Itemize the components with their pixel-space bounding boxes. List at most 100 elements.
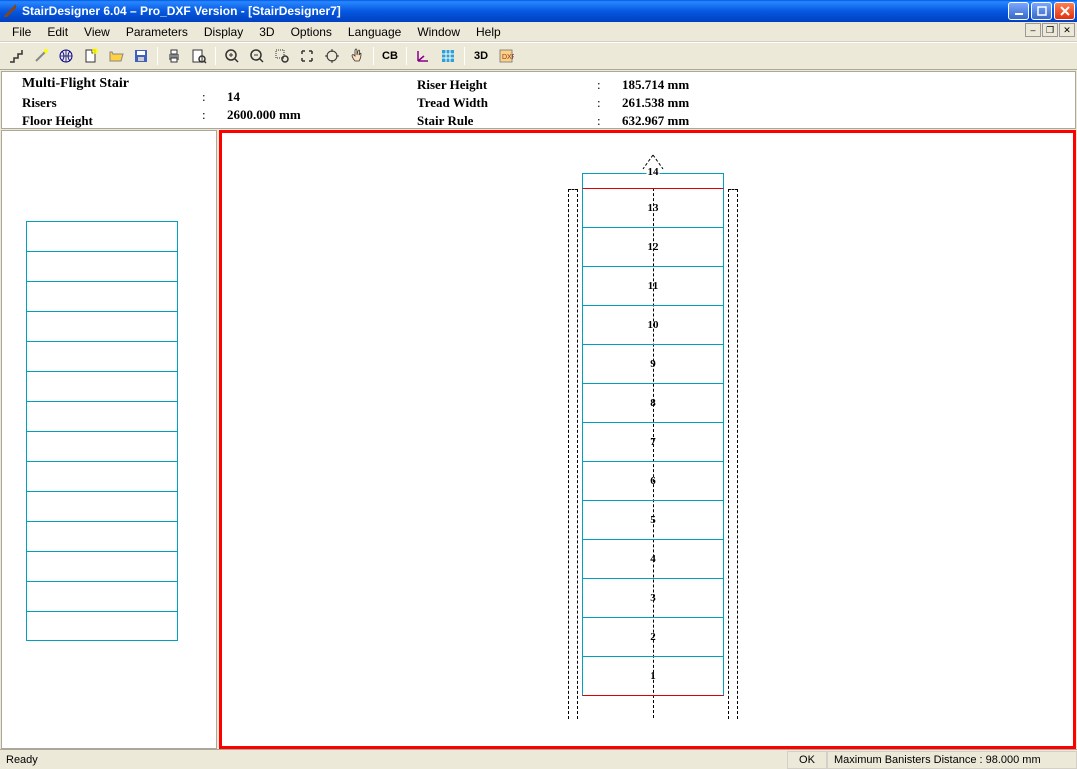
mdi-close-button[interactable]: ✕	[1059, 23, 1075, 37]
pan-button[interactable]	[345, 45, 369, 67]
stair-rule-value: 632.967 mm	[622, 112, 772, 130]
step-number: 3	[650, 592, 656, 604]
step-number: 13	[648, 202, 659, 214]
status-ok: OK	[787, 751, 827, 769]
menu-file[interactable]: File	[4, 23, 39, 41]
globe-button[interactable]	[54, 45, 78, 67]
colon: :	[202, 106, 227, 124]
step-number: 8	[650, 397, 656, 409]
menu-window[interactable]: Window	[409, 23, 468, 41]
zoom-extents-button[interactable]	[320, 45, 344, 67]
menu-options[interactable]: Options	[283, 23, 340, 41]
mini-step	[26, 311, 178, 341]
zoom-fit-button[interactable]	[295, 45, 319, 67]
step-row: 3	[582, 579, 724, 618]
step-row: 4	[582, 540, 724, 579]
floor-height-label: Floor Height	[22, 112, 202, 130]
mdi-controls: ‒ ❐ ✕	[1025, 23, 1075, 37]
axis-button[interactable]	[411, 45, 435, 67]
step-number: 5	[650, 514, 656, 526]
wizard-button[interactable]	[29, 45, 53, 67]
menu-3d[interactable]: 3D	[251, 23, 282, 41]
menu-language[interactable]: Language	[340, 23, 409, 41]
main-drawing-panel[interactable]: 14 13 12 11 10 9 8 7 6 5 4 3 2 1	[219, 130, 1076, 749]
info-panel: Multi-Flight Stair Risers Floor Height :…	[1, 71, 1076, 129]
stair-heading: Multi-Flight Stair	[22, 76, 202, 92]
mini-step	[26, 401, 178, 431]
step-number: 14	[647, 166, 660, 178]
3d-button[interactable]: 3D	[469, 45, 493, 67]
mini-step	[26, 371, 178, 401]
landing-step: 14	[582, 173, 724, 189]
step-number: 10	[648, 319, 659, 331]
step-row: 10	[582, 306, 724, 345]
mini-step	[26, 431, 178, 461]
step-number: 9	[650, 358, 656, 370]
step-row: 2	[582, 618, 724, 657]
tread-width-label: Tread Width	[417, 94, 597, 112]
print-button[interactable]	[162, 45, 186, 67]
riser-height-label: Riser Height	[417, 76, 597, 94]
open-button[interactable]	[104, 45, 128, 67]
risers-label: Risers	[22, 94, 202, 112]
menu-edit[interactable]: Edit	[39, 23, 76, 41]
zoom-in-button[interactable]	[220, 45, 244, 67]
status-ready: Ready	[0, 752, 787, 768]
new-file-button[interactable]	[79, 45, 103, 67]
mini-step	[26, 251, 178, 281]
mini-stair-preview	[26, 221, 178, 641]
floor-height-value: 2600.000 mm	[227, 106, 417, 124]
minimize-button[interactable]	[1008, 2, 1029, 20]
menu-help[interactable]: Help	[468, 23, 509, 41]
menu-parameters[interactable]: Parameters	[118, 23, 196, 41]
toolbar-separator	[464, 47, 465, 65]
menu-display[interactable]: Display	[196, 23, 251, 41]
mini-step	[26, 491, 178, 521]
print-preview-button[interactable]	[187, 45, 211, 67]
step-row: 6	[582, 462, 724, 501]
mini-step	[26, 551, 178, 581]
window-title: StairDesigner 6.04 – Pro_DXF Version - […	[22, 4, 1008, 18]
mini-step	[26, 281, 178, 311]
tread-width-value: 261.538 mm	[622, 94, 772, 112]
mini-step	[26, 521, 178, 551]
risers-value: 14	[227, 88, 417, 106]
colon: :	[597, 94, 622, 112]
step-row: 5	[582, 501, 724, 540]
mini-step	[26, 611, 178, 641]
step-number: 7	[650, 436, 656, 448]
step-number: 1	[650, 670, 656, 682]
mini-step	[26, 461, 178, 491]
grid-button[interactable]	[436, 45, 460, 67]
mdi-minimize-button[interactable]: ‒	[1025, 23, 1041, 37]
close-button[interactable]	[1054, 2, 1075, 20]
zoom-window-button[interactable]	[270, 45, 294, 67]
toolbar-separator	[373, 47, 374, 65]
mini-step	[26, 581, 178, 611]
colon: :	[597, 112, 622, 130]
menu-view[interactable]: View	[76, 23, 118, 41]
mini-step	[26, 221, 178, 251]
step-row: 11	[582, 267, 724, 306]
export-button[interactable]: DXF	[494, 45, 518, 67]
right-rail	[728, 189, 738, 719]
toolbar: CB 3D DXF	[0, 42, 1077, 70]
titlebar: StairDesigner 6.04 – Pro_DXF Version - […	[0, 0, 1077, 22]
save-button[interactable]	[129, 45, 153, 67]
colon: :	[597, 76, 622, 94]
new-stair-button[interactable]	[4, 45, 28, 67]
cb-button[interactable]: CB	[378, 45, 402, 67]
side-panel[interactable]	[1, 130, 217, 749]
stair-drawing: 14 13 12 11 10 9 8 7 6 5 4 3 2 1	[582, 153, 724, 696]
toolbar-separator	[215, 47, 216, 65]
menubar: File Edit View Parameters Display 3D Opt…	[0, 22, 1077, 42]
step-number: 11	[648, 280, 658, 292]
maximize-button[interactable]	[1031, 2, 1052, 20]
left-rail	[568, 189, 578, 719]
step-row: 1	[582, 657, 724, 696]
status-bar: Ready OK Maximum Banisters Distance : 98…	[0, 749, 1077, 769]
workspace: 14 13 12 11 10 9 8 7 6 5 4 3 2 1	[1, 130, 1076, 749]
mdi-restore-button[interactable]: ❐	[1042, 23, 1058, 37]
zoom-out-button[interactable]	[245, 45, 269, 67]
toolbar-separator	[157, 47, 158, 65]
